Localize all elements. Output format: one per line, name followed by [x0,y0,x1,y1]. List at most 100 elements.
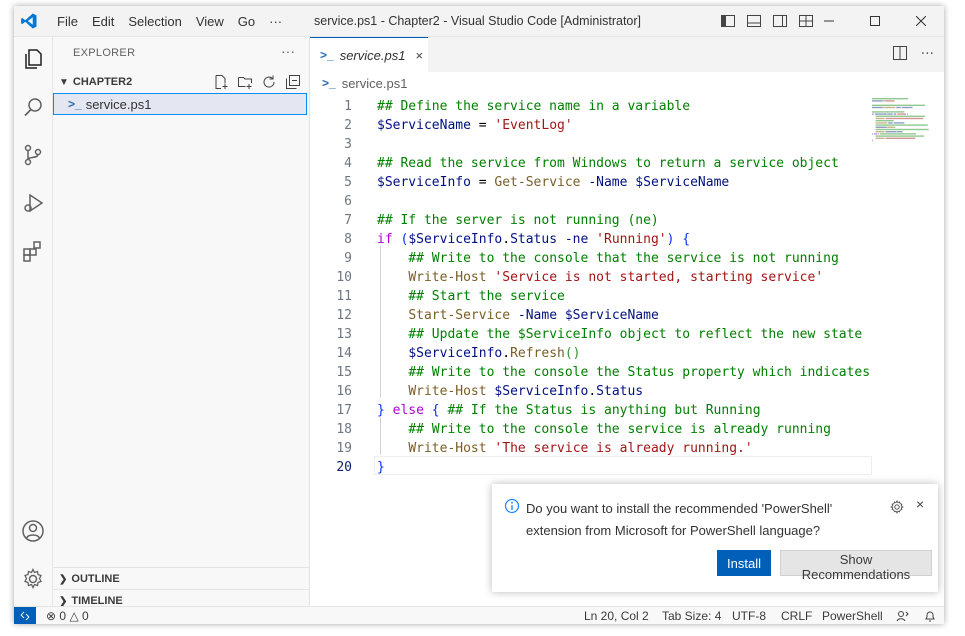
menu-go[interactable]: Go [231,14,262,29]
code-line[interactable]: 14 $ServiceInfo.Refresh() [310,344,870,363]
outline-section[interactable]: ❯ OUTLINE [53,567,309,590]
minimap-line [882,100,886,102]
activity-source-control[interactable] [14,135,52,175]
code-line[interactable]: 1 ## Define the service name in a variabl… [310,97,870,116]
editor-more-button[interactable]: ··· [921,46,934,62]
minimap[interactable] [870,94,944,154]
minimap-line [875,122,888,124]
minimap-line [875,115,926,117]
minimap-line [875,126,887,128]
activity-accounts[interactable] [14,511,52,551]
line-text: ## Define the service name in a variable [377,97,690,116]
menu-view[interactable]: View [189,14,231,29]
line-number: 13 [336,327,352,342]
activity-search[interactable] [14,87,52,127]
menu-more[interactable]: ··· [262,14,289,29]
line-number: 6 [344,194,352,209]
remote-indicator-button[interactable] [14,607,36,624]
encoding[interactable]: UTF-8 [732,609,766,623]
line-number: 18 [336,422,352,437]
file-label: service.ps1 [85,96,152,112]
extensions-icon [23,241,41,262]
editor-tabs: >_ service.ps1 × ··· [310,37,944,72]
minimap-line [885,131,897,133]
toggle-panel-icon[interactable] [746,13,762,29]
activity-run-debug[interactable] [14,183,52,223]
code-token: else [392,403,424,418]
file-item-service-ps1[interactable]: >_ service.ps1 [53,93,307,115]
install-button[interactable]: Install [717,550,771,576]
menu-edit[interactable]: Edit [85,14,121,29]
code-token: } [377,403,385,418]
end-of-line[interactable]: CRLF [781,609,812,623]
tab-service-ps1[interactable]: >_ service.ps1 × [310,37,428,72]
close-window-button[interactable] [898,6,944,36]
split-editor-icon[interactable] [892,46,907,60]
feedback-icon[interactable] [896,610,910,622]
code-line[interactable]: 18 ## Write to the console the service i… [310,420,870,439]
code-line[interactable]: 5 $ServiceInfo = Get-Service -Name $Servi… [310,173,870,192]
code-line[interactable]: 9 ## Write to the console that the servi… [310,249,870,268]
line-text: ## If the server is not running (ne) [377,211,659,230]
toggle-primary-sidebar-icon[interactable] [720,13,736,29]
problems-indicator[interactable]: ⊗ 0 △ 0 [46,609,89,623]
code-line[interactable]: 12 Start-Service -Name $ServiceName [310,306,870,325]
show-recommendations-button[interactable]: Show Recommendations [780,550,932,582]
code-token: { [682,232,691,247]
sidebar-more-button[interactable]: ··· [281,43,295,59]
files-icon [25,49,42,69]
line-text: ## Update the $ServiceInfo object to ref… [377,325,862,344]
code-token: if [377,232,393,247]
code-line[interactable]: 17} else { ## If the Status is anything … [310,401,870,420]
minimap-line [875,131,885,133]
bell-icon[interactable] [924,610,936,622]
code-line[interactable]: 8 if ($ServiceInfo.Status -ne 'Running') … [310,230,870,249]
tab-size[interactable]: Tab Size: 4 [662,609,721,623]
cursor-position[interactable]: Ln 20, Col 2 [584,609,649,623]
code-line[interactable]: 3 [310,135,870,154]
activity-explorer[interactable] [14,39,52,79]
line-text: Write-Host 'The service is already runni… [377,439,752,458]
activity-extensions[interactable] [14,231,52,271]
minimap-line [886,113,888,115]
line-text: } else { ## If the Status is anything bu… [377,401,761,420]
gear-icon[interactable] [890,500,904,514]
new-folder-icon[interactable] [237,74,253,90]
code-line[interactable]: 11 ## Start the service [310,287,870,306]
window-controls [806,6,944,36]
code-line[interactable]: 4 ## Read the service from Windows to ret… [310,154,870,173]
code-line[interactable]: 16 Write-Host $ServiceInfo.Status [310,382,870,401]
code-line[interactable]: 19 Write-Host 'The service is already ru… [310,439,870,458]
folder-chapter2[interactable]: ▼ CHAPTER2 [53,71,309,93]
code-line[interactable]: 2 $ServiceName = 'EventLog' [310,116,870,135]
new-file-icon[interactable] [213,74,229,90]
minimize-button[interactable] [806,6,852,36]
line-number: 19 [336,441,352,456]
activity-manage[interactable] [14,559,52,599]
toggle-secondary-sidebar-icon[interactable] [772,13,788,29]
language-mode[interactable]: PowerShell [822,609,883,623]
menu-file[interactable]: File [50,14,85,29]
code-line[interactable]: 13 ## Update the $ServiceInfo object to … [310,325,870,344]
maximize-button[interactable] [852,6,898,36]
refresh-icon[interactable] [261,74,277,90]
minimap-line [872,111,905,113]
tab-close-icon[interactable]: × [415,48,423,63]
code-line[interactable]: 20} [310,458,870,477]
code-line[interactable]: 15 ## Write to the console the Status pr… [310,363,870,382]
code-line[interactable]: 6 [310,192,870,211]
code-token: $ServiceName [635,175,730,190]
collapse-all-icon[interactable] [285,74,301,90]
breadcrumb-file[interactable]: service.ps1 [342,76,408,91]
minimap-line [907,113,908,115]
menu-selection[interactable]: Selection [121,14,188,29]
minimap-line [875,135,925,137]
minimap-line [875,113,887,115]
minimap-line [887,113,893,115]
code-line[interactable]: 10 Write-Host 'Service is not started, s… [310,268,870,287]
notification-close-icon[interactable]: × [916,496,924,512]
maximize-icon [870,16,880,26]
code-line[interactable]: 7 ## If the server is not running (ne) [310,211,870,230]
minimap-line [893,126,896,128]
